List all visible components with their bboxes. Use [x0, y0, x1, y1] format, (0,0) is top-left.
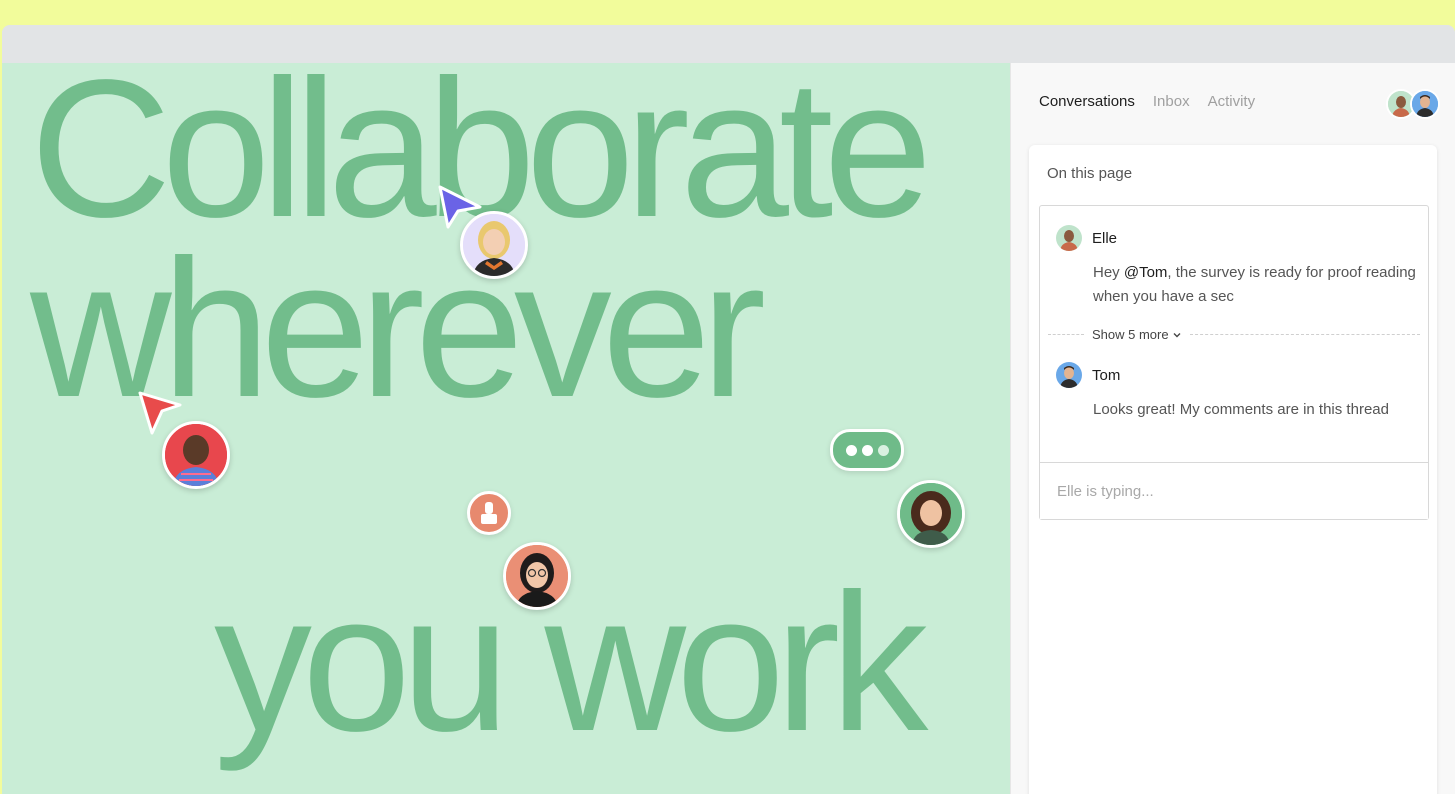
typing-status: Elle is typing... [1057, 483, 1154, 500]
panel-tabs: Conversations Inbox Activity [1039, 93, 1255, 110]
comment-elle: Elle Hey @Tom, the survey is ready for p… [1056, 225, 1416, 309]
tab-inbox[interactable]: Inbox [1153, 93, 1190, 110]
comment-text: Looks great! My comments are in this thr… [1093, 401, 1389, 418]
tab-conversations[interactable]: Conversations [1039, 93, 1135, 110]
avatar-tom [1056, 362, 1082, 388]
comment-author: Tom [1092, 366, 1121, 384]
comment-text-start: Hey [1093, 264, 1124, 281]
avatar-curly-hair-woman[interactable] [897, 480, 965, 548]
show-more-row: Show 5 more [1048, 324, 1420, 344]
mention-tom[interactable]: @Tom [1124, 264, 1168, 281]
person-icon [1056, 225, 1082, 251]
conversations-card: On this page Elle Hey @Tom, the survey i… [1029, 145, 1437, 794]
avatar-man-striped-shirt[interactable] [162, 421, 230, 489]
stamp-tool[interactable] [467, 491, 511, 535]
conversations-panel: Conversations Inbox Activity On this pag… [1010, 63, 1455, 794]
person-icon [1412, 91, 1438, 117]
avatar-woman-glasses[interactable] [503, 542, 571, 610]
typing-dot [845, 444, 857, 456]
avatar-elle [1056, 225, 1082, 251]
comment-author: Elle [1092, 229, 1118, 247]
comment-thread: Elle Hey @Tom, the survey is ready for p… [1039, 205, 1429, 520]
person-icon [900, 483, 962, 545]
document-canvas[interactable]: Collaborate wherever you work [2, 63, 1010, 794]
person-icon [463, 214, 525, 276]
tab-activity[interactable]: Activity [1208, 93, 1256, 110]
typing-dot [861, 444, 873, 456]
app-window: Collaborate wherever you work Conversati… [2, 25, 1455, 794]
comment-text: Hey @Tom, the survey is ready for proof … [1093, 261, 1416, 309]
typing-dot [877, 444, 889, 456]
participants-avatars[interactable] [1386, 89, 1442, 119]
person-icon [506, 545, 568, 607]
headline-line-3: you work [214, 553, 928, 772]
person-icon [1056, 362, 1082, 388]
chevron-down-icon [1173, 333, 1181, 338]
typing-bubble [830, 429, 904, 471]
comment-tom: Tom Looks great! My comments are in this… [1056, 362, 1416, 422]
person-icon [165, 424, 227, 486]
avatar-tom-small [1410, 89, 1440, 119]
card-title: On this page [1047, 165, 1133, 182]
reply-input[interactable]: Elle is typing... [1040, 462, 1428, 519]
stamp-icon [481, 502, 497, 524]
avatar-blonde-woman[interactable] [460, 211, 528, 279]
show-more-button[interactable]: Show 5 more [1084, 327, 1190, 342]
window-titlebar [2, 25, 1455, 63]
